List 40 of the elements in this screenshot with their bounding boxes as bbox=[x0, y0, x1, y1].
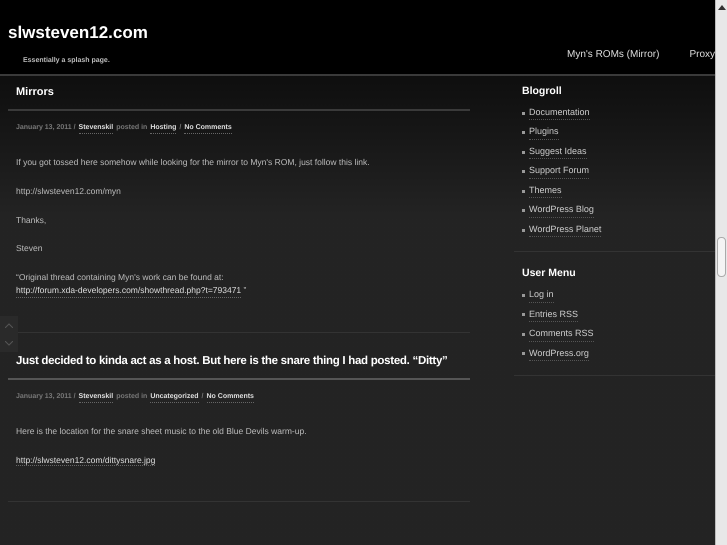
post-paragraph: Steven bbox=[15, 242, 44, 255]
bullet-icon bbox=[522, 228, 525, 232]
post-paragraph: http://slwsteven12.com/myn bbox=[15, 184, 122, 198]
sidebar-link[interactable]: Comments RSS bbox=[529, 327, 594, 342]
sidebar-link[interactable]: Suggest Ideas bbox=[529, 144, 587, 160]
sidebar-link[interactable]: Support Forum bbox=[529, 164, 590, 179]
post-paragraph: Here is the location for the snare sheet music to the old Blue Devils warm-up. bbox=[15, 425, 308, 438]
bullet-icon bbox=[522, 150, 525, 154]
post-paragraph: If you got tossed here somehow while looking for the mirror to Myn's ROM, just follow this link. bbox=[15, 156, 371, 169]
bullet-icon bbox=[522, 131, 525, 134]
widget-title: Blogroll bbox=[522, 84, 563, 99]
nav-link[interactable]: Proxy bbox=[689, 47, 715, 62]
sidebar-link[interactable]: WordPress Planet bbox=[529, 222, 602, 238]
post-title[interactable]: Mirrors bbox=[8, 84, 470, 110]
sidebar-link[interactable]: Log in bbox=[529, 288, 554, 302]
bullet-icon bbox=[522, 313, 525, 316]
sidebar-link[interactable]: Plugins bbox=[529, 125, 559, 140]
post-link[interactable]: http://forum.xda-developers.com/showthread.php?t=793471 bbox=[16, 284, 242, 298]
post-link[interactable]: http://slwsteven12.com/dittysnare.jpg bbox=[16, 455, 156, 466]
sidebar-link[interactable]: WordPress Blog bbox=[529, 203, 594, 218]
post-paragraph: “Original thread containing Myn's work can be found at: http://forum.xda-developers.com/showthread.php?t=793471 ” bbox=[8, 271, 470, 298]
scroll-up-icon[interactable] bbox=[718, 4, 726, 10]
sidebar-link[interactable]: Documentation bbox=[529, 106, 590, 120]
bullet-icon bbox=[522, 190, 525, 192]
post-title[interactable]: Just decided to kinda act as a host. But here is the snare thing I had posted. “Ditty” bbox=[8, 352, 470, 380]
bullet-icon bbox=[522, 112, 525, 114]
widget-title: User Menu bbox=[522, 266, 577, 282]
bullet-icon bbox=[522, 294, 525, 297]
bullet-icon bbox=[522, 170, 525, 173]
sidebar-link[interactable]: Entries RSS bbox=[529, 308, 578, 322]
bullet-icon bbox=[522, 352, 525, 356]
site-title[interactable]: slwsteven12.com bbox=[8, 22, 148, 44]
sidebar-link[interactable]: WordPress.org bbox=[529, 346, 589, 361]
scrollbar-thumb[interactable] bbox=[717, 237, 726, 277]
sidebar-link[interactable]: Themes bbox=[529, 184, 562, 198]
scrollbar[interactable] bbox=[715, 0, 727, 545]
bullet-icon bbox=[522, 209, 525, 212]
nav-link[interactable]: Myn's ROMs (Mirror) bbox=[566, 47, 660, 62]
post-paragraph: Thanks, bbox=[15, 214, 48, 226]
bullet-icon bbox=[522, 332, 525, 336]
